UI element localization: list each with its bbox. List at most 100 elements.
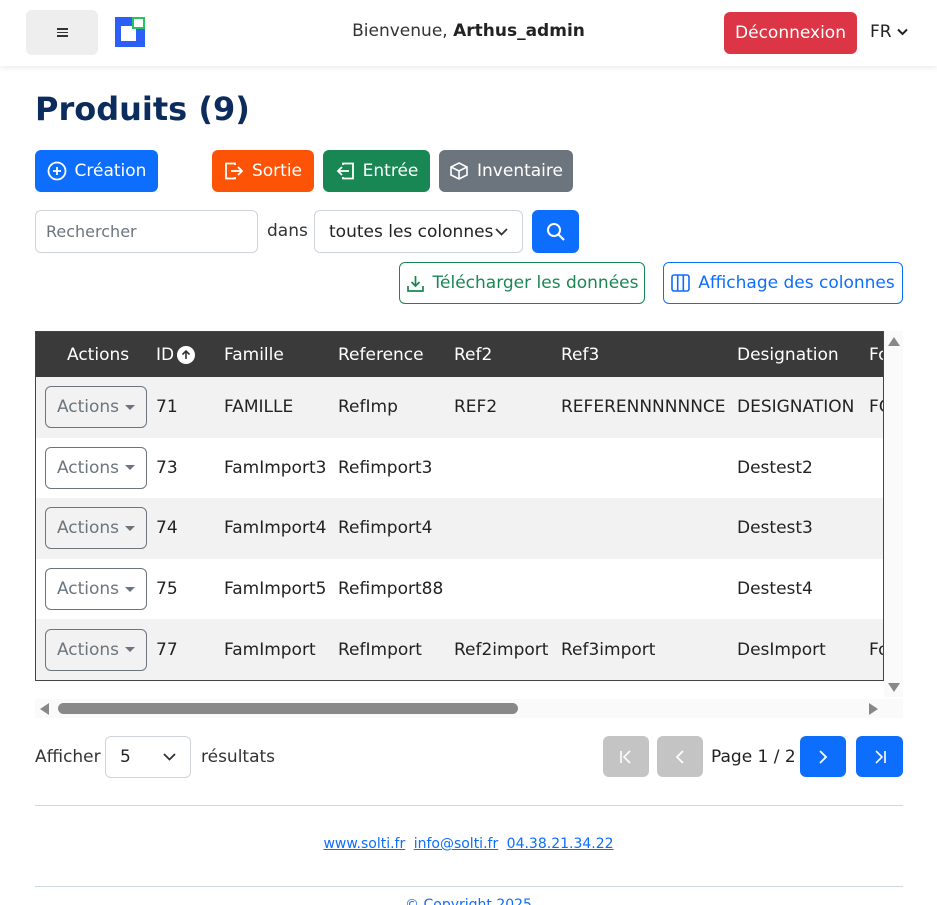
scroll-right-arrow-icon[interactable] bbox=[869, 703, 878, 715]
column-header-actions: Actions bbox=[67, 344, 130, 365]
column-header-famille[interactable]: Famille bbox=[224, 332, 338, 377]
cell-ref2 bbox=[454, 498, 561, 559]
horizontal-scroll-thumb[interactable] bbox=[58, 703, 518, 714]
chevron-down-icon bbox=[896, 28, 908, 36]
cell-reference: Refimport88 bbox=[338, 579, 444, 600]
cell-id: 71 bbox=[156, 397, 178, 418]
cell-ref2 bbox=[454, 559, 561, 620]
cell-ref3 bbox=[561, 438, 737, 499]
column-header-id[interactable]: ID bbox=[156, 332, 224, 377]
inventory-label: Inventaire bbox=[477, 161, 563, 181]
email-link[interactable]: info@solti.fr bbox=[414, 836, 499, 852]
cell-ref2 bbox=[454, 438, 561, 499]
scroll-down-arrow-icon[interactable] bbox=[888, 683, 900, 692]
entry-button[interactable]: Entrée bbox=[323, 150, 430, 192]
column-display-button[interactable]: Affichage des colonnes bbox=[663, 262, 903, 304]
scroll-left-arrow-icon[interactable] bbox=[40, 703, 49, 715]
box-icon bbox=[450, 162, 468, 180]
cell-famille: FamImport5 bbox=[224, 579, 327, 600]
actions-cell: Actions bbox=[36, 377, 156, 438]
cell-fo bbox=[869, 438, 883, 499]
entry-label: Entrée bbox=[362, 161, 419, 181]
row-actions-dropdown[interactable]: Actions bbox=[45, 568, 147, 611]
welcome-prefix: Bienvenue, bbox=[352, 21, 448, 41]
last-page-button[interactable] bbox=[856, 736, 903, 777]
show-label: Afficher bbox=[35, 747, 101, 767]
next-page-button[interactable] bbox=[800, 736, 846, 777]
column-header-reference[interactable]: Reference bbox=[338, 332, 454, 377]
language-label: FR bbox=[870, 22, 892, 42]
cell-ref3 bbox=[561, 498, 737, 559]
cell-fo bbox=[869, 498, 883, 559]
actions-cell: Actions bbox=[36, 438, 156, 499]
row-actions-dropdown[interactable]: Actions bbox=[45, 507, 147, 550]
exit-label: Sortie bbox=[251, 161, 303, 181]
inventory-button[interactable]: Inventaire bbox=[439, 150, 573, 192]
cell-id: 74 bbox=[156, 518, 178, 539]
box-arrow-right-icon bbox=[225, 162, 244, 180]
cell-designation: Destest4 bbox=[737, 579, 813, 600]
exit-button[interactable]: Sortie bbox=[212, 150, 314, 192]
row-actions-label: Actions bbox=[56, 579, 120, 600]
caret-down-icon bbox=[125, 647, 136, 653]
create-button[interactable]: Création bbox=[35, 150, 158, 192]
first-page-button[interactable] bbox=[603, 736, 649, 777]
cell-id: 77 bbox=[156, 639, 178, 660]
actions-cell: Actions bbox=[36, 498, 156, 559]
search-input[interactable] bbox=[35, 210, 258, 253]
cell-famille: FamImport4 bbox=[224, 518, 327, 539]
table-row: Actions 71 FAMILLE RefImp REF2 REFERENNNNNNCE… bbox=[36, 377, 883, 438]
table-row: Actions 77 FamImport RefImport Ref2import Ref… bbox=[36, 619, 883, 680]
cell-reference: Refimport3 bbox=[338, 457, 433, 478]
website-link[interactable]: www.solti.fr bbox=[323, 836, 405, 852]
download-data-button[interactable]: Télécharger les données bbox=[399, 262, 645, 304]
vertical-scrollbar[interactable] bbox=[884, 331, 903, 697]
scroll-up-arrow-icon[interactable] bbox=[888, 337, 900, 346]
phone-link[interactable]: 04.38.21.34.22 bbox=[507, 836, 614, 852]
products-table: Actions ID Famille Reference Ref2 Ref3 D… bbox=[36, 332, 883, 680]
row-actions-dropdown[interactable]: Actions bbox=[45, 446, 147, 489]
column-header-fo[interactable]: Fo bbox=[869, 332, 883, 377]
page-title: Produits (9) bbox=[35, 90, 250, 128]
column-header-ref2[interactable]: Ref2 bbox=[454, 332, 561, 377]
sort-ascending-icon[interactable] bbox=[177, 345, 196, 364]
cell-famille: FamImport3 bbox=[224, 457, 327, 478]
row-actions-dropdown[interactable]: Actions bbox=[45, 628, 147, 671]
username: Arthus_admin bbox=[453, 21, 585, 41]
search-in-label: dans bbox=[267, 221, 308, 241]
cell-fo: FO bbox=[869, 397, 883, 418]
footer-links: www.solti.fr info@solti.fr 04.38.21.34.2… bbox=[0, 836, 937, 852]
column-header-designation[interactable]: Designation bbox=[737, 332, 869, 377]
cell-reference: Refimport4 bbox=[338, 518, 433, 539]
results-label: résultats bbox=[201, 747, 276, 767]
search-column-select[interactable]: toutes les colonnes bbox=[314, 210, 523, 253]
download-icon bbox=[406, 275, 424, 292]
footer-divider-top bbox=[35, 805, 903, 806]
search-icon bbox=[546, 222, 565, 241]
search-button[interactable] bbox=[532, 210, 579, 253]
cell-id: 73 bbox=[156, 457, 178, 478]
create-label: Création bbox=[74, 161, 147, 181]
column-header-ref3[interactable]: Ref3 bbox=[561, 332, 737, 377]
logout-button[interactable]: Déconnexion bbox=[724, 12, 857, 54]
caret-down-icon bbox=[125, 404, 136, 410]
row-actions-label: Actions bbox=[56, 397, 120, 418]
language-selector[interactable]: FR bbox=[870, 22, 908, 42]
previous-page-button[interactable] bbox=[657, 736, 703, 777]
cell-ref2: REF2 bbox=[454, 397, 498, 418]
skip-start-icon bbox=[620, 749, 631, 764]
column-header-id-label: ID bbox=[156, 344, 175, 365]
chevron-down-icon bbox=[495, 227, 508, 236]
cell-famille: FAMILLE bbox=[224, 397, 294, 418]
row-actions-dropdown[interactable]: Actions bbox=[45, 386, 147, 429]
cell-reference: RefImp bbox=[338, 397, 398, 418]
table-row: Actions 75 FamImport5 Refimport88 Destest4 bbox=[36, 558, 883, 620]
download-data-label: Télécharger les données bbox=[432, 273, 639, 293]
actions-cell: Actions bbox=[36, 619, 156, 680]
cell-designation: DesImport bbox=[737, 639, 826, 660]
actions-cell: Actions bbox=[36, 559, 156, 620]
horizontal-scrollbar[interactable] bbox=[35, 699, 903, 718]
cell-ref3 bbox=[561, 559, 737, 620]
per-page-select[interactable]: 5 bbox=[105, 736, 191, 778]
row-actions-label: Actions bbox=[56, 518, 120, 539]
